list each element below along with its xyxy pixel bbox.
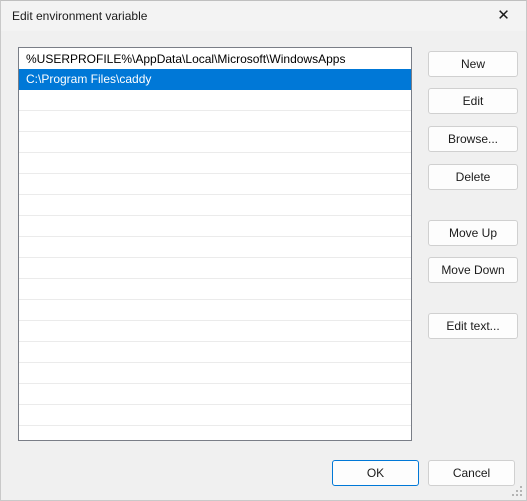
list-item-empty[interactable] — [19, 111, 411, 132]
title-bar: Edit environment variable ✕ — [1, 1, 526, 32]
list-item-empty[interactable] — [19, 279, 411, 300]
list-item-empty[interactable] — [19, 426, 411, 440]
resize-grip-dot — [516, 490, 518, 492]
cancel-button[interactable]: Cancel — [428, 460, 515, 486]
list-item-value: %USERPROFILE%\AppData\Local\Microsoft\Wi… — [26, 51, 346, 66]
new-button[interactable]: New — [428, 51, 518, 77]
list-item-empty[interactable] — [19, 300, 411, 321]
list-item-empty[interactable] — [19, 174, 411, 195]
list-item-empty[interactable] — [19, 258, 411, 279]
list-item-empty[interactable] — [19, 405, 411, 426]
list-item-empty[interactable] — [19, 384, 411, 405]
resize-grip-dot — [520, 494, 522, 496]
delete-button[interactable]: Delete — [428, 164, 518, 190]
list-item-value: C:\Program Files\caddy — [26, 72, 152, 86]
edit-environment-variable-dialog: Edit environment variable ✕ %USERPROFILE… — [0, 0, 527, 501]
window-title: Edit environment variable — [12, 9, 148, 23]
list-item[interactable]: C:\Program Files\caddy — [19, 69, 411, 90]
list-item-empty[interactable] — [19, 153, 411, 174]
resize-grip-dot — [512, 494, 514, 496]
edit-button[interactable]: Edit — [428, 88, 518, 114]
path-entries-listbox[interactable]: %USERPROFILE%\AppData\Local\Microsoft\Wi… — [18, 47, 412, 441]
resize-grip-dot — [520, 486, 522, 488]
list-item-empty[interactable] — [19, 342, 411, 363]
move-down-button[interactable]: Move Down — [428, 257, 518, 283]
list-item-empty[interactable] — [19, 132, 411, 153]
list-item[interactable]: %USERPROFILE%\AppData\Local\Microsoft\Wi… — [19, 48, 411, 69]
resize-grip-dot — [516, 494, 518, 496]
list-item-empty[interactable] — [19, 195, 411, 216]
close-button[interactable]: ✕ — [481, 1, 526, 30]
resize-grip[interactable] — [510, 484, 522, 496]
move-up-button[interactable]: Move Up — [428, 220, 518, 246]
edit-text-button[interactable]: Edit text... — [428, 313, 518, 339]
ok-button[interactable]: OK — [332, 460, 419, 486]
list-item-empty[interactable] — [19, 363, 411, 384]
resize-grip-dot — [520, 490, 522, 492]
browse-button[interactable]: Browse... — [428, 126, 518, 152]
list-item-empty[interactable] — [19, 237, 411, 258]
list-item-empty[interactable] — [19, 321, 411, 342]
list-item-empty[interactable] — [19, 90, 411, 111]
close-icon: ✕ — [497, 6, 510, 24]
list-item-empty[interactable] — [19, 216, 411, 237]
